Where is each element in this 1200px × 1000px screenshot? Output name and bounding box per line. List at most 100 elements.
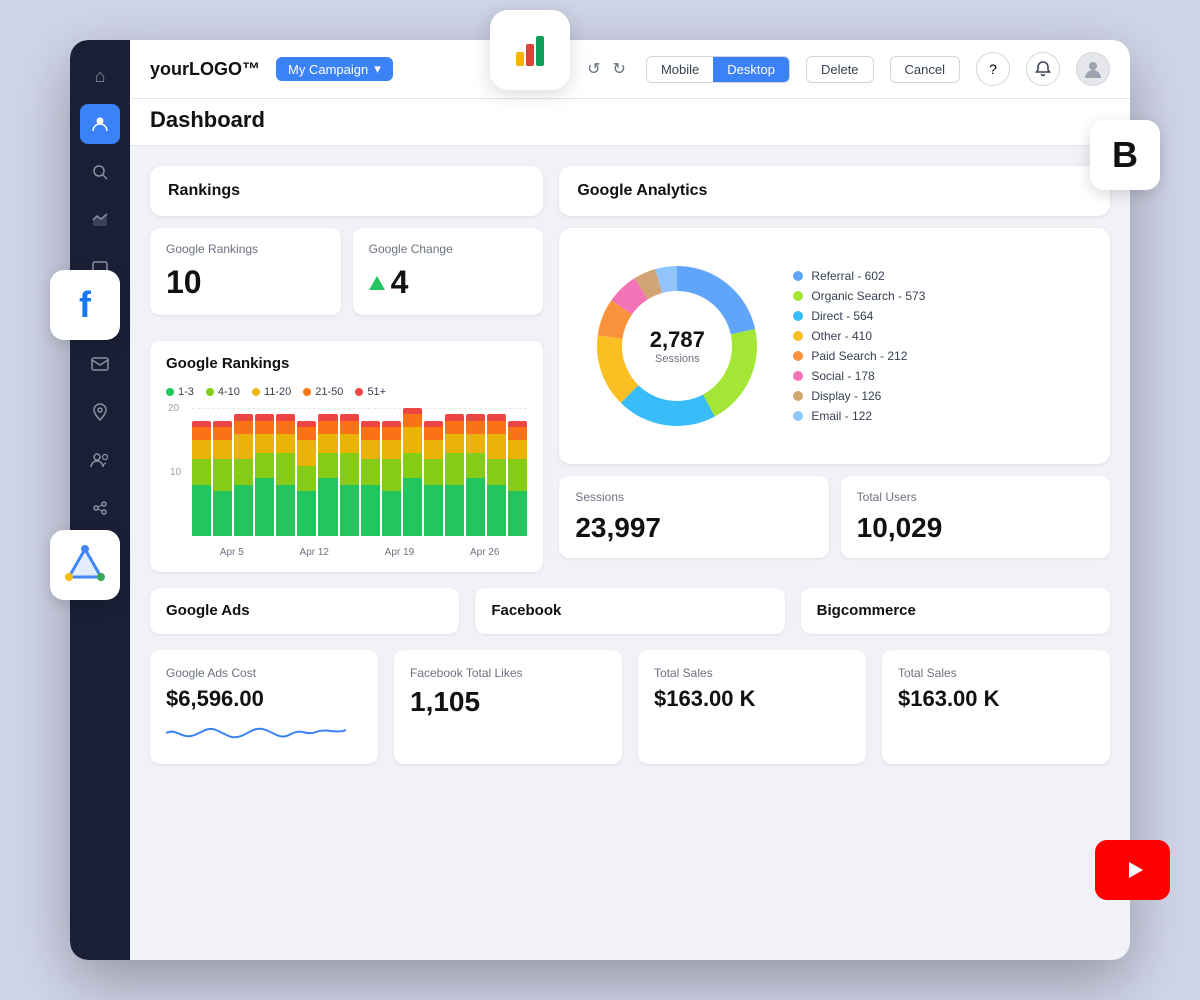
sessions-value: 23,997 — [575, 512, 812, 544]
main-area: yourLOGO™ My Campaign ▾ ↺ ↻ Mobile Deskt… — [130, 40, 1130, 960]
sparkline — [166, 718, 362, 748]
bigcommerce-title: Bigcommerce — [817, 602, 916, 619]
legend-item: Organic Search - 573 — [793, 289, 925, 303]
analytics-float-icon — [490, 10, 570, 90]
bottom-data-row: Google Ads Cost $6,596.00 Facebook Total… — [150, 650, 1110, 764]
delete-button[interactable]: Delete — [806, 56, 874, 83]
legend-item: Email - 122 — [793, 409, 925, 423]
sparkline-svg — [166, 718, 346, 748]
donut-legend: Referral - 602Organic Search - 573Direct… — [793, 269, 925, 423]
redo-button[interactable]: ↻ — [609, 55, 630, 83]
facebook-likes-card: Facebook Total Likes 1,105 — [394, 650, 622, 764]
cancel-button[interactable]: Cancel — [890, 56, 960, 83]
sidebar-item-integrations[interactable] — [80, 488, 120, 528]
legend-1-3: 1-3 — [166, 386, 194, 398]
analytics-section-header: Google Analytics — [559, 166, 1110, 216]
legend-11-20: 11-20 — [252, 386, 291, 398]
legend-item: Social - 178 — [793, 369, 925, 383]
bar-segment — [276, 408, 295, 536]
google-rankings-card: Google Rankings 10 — [150, 228, 341, 315]
total-users-label: Total Users — [857, 490, 1094, 504]
bar-segment — [487, 408, 506, 536]
google-ads-float-icon — [50, 530, 120, 600]
chart-area: 20 10 — [166, 408, 527, 558]
sidebar-item-analytics[interactable] — [80, 200, 120, 240]
sidebar-item-location[interactable] — [80, 392, 120, 432]
legend-21-50: 21-50 — [303, 386, 343, 398]
sub-header: Dashboard — [130, 99, 1130, 146]
bar-segment — [234, 408, 253, 536]
bar-segment — [382, 408, 401, 536]
logo: yourLOGO™ — [150, 59, 260, 80]
sales-value-1: $163.00 K — [654, 686, 850, 712]
sales-label-2: Total Sales — [898, 666, 1094, 680]
bar-segment — [255, 408, 274, 536]
donut-total-value: 2,787 — [650, 327, 705, 353]
rankings-section-header: Rankings — [150, 166, 543, 216]
google-change-card: Google Change 4 — [353, 228, 544, 315]
google-rankings-value: 10 — [166, 264, 325, 301]
bar-segment — [340, 408, 359, 536]
sidebar-item-home[interactable]: ⌂ — [80, 56, 120, 96]
sales-value-2: $163.00 K — [898, 686, 1094, 712]
youtube-float-icon — [1095, 840, 1170, 900]
dashboard-content: Rankings Google Rankings 10 Google Chang… — [130, 146, 1130, 784]
app-container: ⌂ — [70, 40, 1130, 960]
b-float-icon: B — [1090, 120, 1160, 190]
bar-segment — [403, 408, 422, 536]
campaign-selector[interactable]: My Campaign ▾ — [276, 57, 393, 81]
app-wrapper: f B ⌂ — [70, 40, 1130, 960]
google-ads-section-header: Google Ads — [150, 588, 459, 634]
facebook-float-icon: f — [50, 270, 120, 340]
sessions-card: Sessions 23,997 — [559, 476, 828, 558]
rankings-column: Rankings Google Rankings 10 Google Chang… — [150, 166, 543, 572]
fb-likes-label: Facebook Total Likes — [410, 666, 606, 680]
chart-title: Google Rankings — [166, 355, 527, 372]
help-button[interactable]: ? — [976, 52, 1010, 86]
bar-segment — [213, 408, 232, 536]
donut-chart: 2,787 Sessions — [577, 246, 777, 446]
undo-redo-controls: ↺ ↻ — [583, 55, 630, 83]
notifications-button[interactable] — [1026, 52, 1060, 86]
legend-item: Paid Search - 212 — [793, 349, 925, 363]
desktop-view-button[interactable]: Desktop — [713, 57, 789, 82]
ads-cost-label: Google Ads Cost — [166, 666, 362, 680]
google-change-value-container: 4 — [369, 264, 528, 301]
bars-area — [192, 408, 527, 536]
user-avatar[interactable] — [1076, 52, 1110, 86]
rankings-title: Rankings — [168, 182, 240, 199]
facebook-section-header: Facebook — [475, 588, 784, 634]
top-row: Rankings Google Rankings 10 Google Chang… — [150, 166, 1110, 572]
legend-51plus: 51+ — [355, 386, 386, 398]
view-toggle: Mobile Desktop — [646, 56, 790, 83]
bar-segment — [318, 408, 337, 536]
bigcommerce-section-header: Bigcommerce — [801, 588, 1110, 634]
analytics-inner: 2,787 Sessions Referral - 602Organic Sea… — [577, 246, 1092, 446]
total-users-value: 10,029 — [857, 512, 1094, 544]
sidebar-item-people[interactable] — [80, 440, 120, 480]
bigcommerce-sales-card-1: Total Sales $163.00 K — [638, 650, 866, 764]
page-title: Dashboard — [150, 107, 1110, 133]
stats-row: Sessions 23,997 Total Users 10,029 — [559, 476, 1110, 558]
analytics-title: Google Analytics — [577, 182, 707, 199]
total-users-card: Total Users 10,029 — [841, 476, 1110, 558]
rankings-metrics: Google Rankings 10 Google Change 4 — [150, 228, 543, 315]
sidebar-item-search[interactable] — [80, 152, 120, 192]
google-ads-cost-card: Google Ads Cost $6,596.00 — [150, 650, 378, 764]
sidebar-item-mail[interactable] — [80, 344, 120, 384]
sidebar: ⌂ — [70, 40, 130, 960]
legend-4-10: 4-10 — [206, 386, 240, 398]
chart-legend: 1-3 4-10 11-20 — [166, 386, 527, 398]
undo-button[interactable]: ↺ — [583, 55, 604, 83]
x-labels: Apr 5 Apr 12 Apr 19 Apr 26 — [192, 547, 527, 558]
analytics-donut-card: 2,787 Sessions Referral - 602Organic Sea… — [559, 228, 1110, 464]
donut-total-label: Sessions — [650, 353, 705, 365]
sales-label-1: Total Sales — [654, 666, 850, 680]
google-change-label: Google Change — [369, 242, 528, 256]
bar-segment — [192, 408, 211, 536]
sidebar-item-campaigns[interactable] — [80, 104, 120, 144]
legend-item: Direct - 564 — [793, 309, 925, 323]
analytics-column: Google Analytics — [559, 166, 1110, 572]
mobile-view-button[interactable]: Mobile — [647, 57, 713, 82]
bar-segment — [508, 408, 527, 536]
